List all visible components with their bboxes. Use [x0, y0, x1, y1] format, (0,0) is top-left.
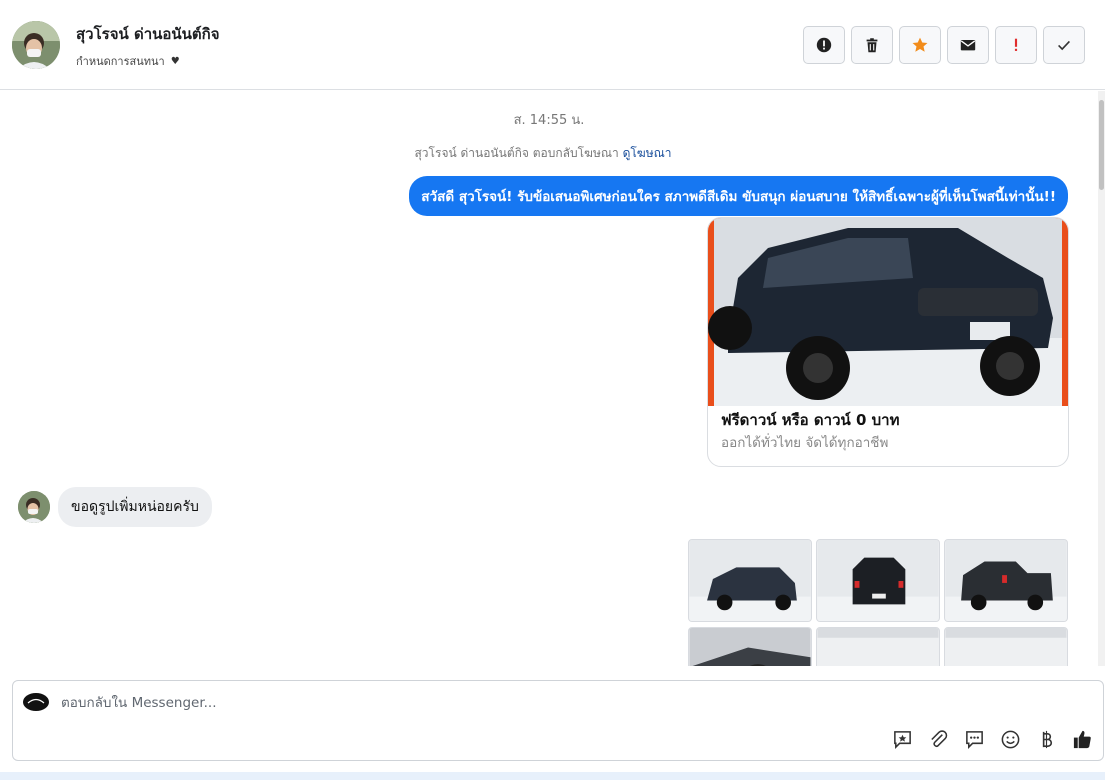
ad-description: ออกได้ทั่วไทย จัดได้ทุกอาชีพ: [721, 435, 889, 451]
thread-scrollbar[interactable]: [1098, 91, 1105, 666]
view-ad-link[interactable]: ดูโฆษณา: [623, 146, 672, 160]
photo-attachment[interactable]: [816, 627, 940, 666]
conversation-header: สุวโรจน์ ด่านอนันต์กิจ กำหนดการสนทนา ♥: [0, 0, 1105, 90]
page-avatar: [22, 692, 50, 712]
exclamation-icon: [1014, 38, 1018, 51]
photo-attachment[interactable]: [688, 539, 812, 622]
ad-reply-note-text: สุวโรจน์ ด่านอนันต์กิจ ตอบกลับโฆษณา: [414, 146, 619, 160]
mark-unread-button[interactable]: [947, 26, 989, 64]
incoming-message: ขอดูรูปเพิ่มหน่อยครับ: [58, 487, 212, 527]
message-timestamp: ส. 14:55 น.: [513, 113, 585, 128]
message-composer: [12, 680, 1104, 761]
scrollbar-thumb[interactable]: [1099, 100, 1104, 190]
header-actions: [803, 26, 1085, 64]
baht-icon: [1042, 730, 1052, 748]
photo-attachment[interactable]: [944, 627, 1068, 666]
outgoing-message: สวัสดี สุวโรจน์! รับข้อเสนอพิเศษก่อนใคร …: [409, 176, 1068, 216]
exclamation-circle-icon: [816, 37, 832, 53]
messenger-inbox-view: สุวโรจน์ ด่านอนันต์กิจ กำหนดการสนทนา ♥ ส…: [0, 0, 1105, 780]
reply-input[interactable]: [61, 692, 761, 714]
emoji-icon: [1001, 730, 1019, 748]
done-button[interactable]: [1043, 26, 1085, 64]
delete-button[interactable]: [851, 26, 893, 64]
ad-reply-note: สุวโรจน์ ด่านอนันต์กิจ ตอบกลับโฆษณา ดูโฆ…: [0, 144, 1086, 163]
assign-label: กำหนดการสนทนา: [76, 55, 165, 68]
saved-reply-button[interactable]: [891, 728, 913, 750]
photo-attachment[interactable]: [688, 627, 812, 666]
message-thread[interactable]: ส. 14:55 น. สุวโรจน์ ด่านอนันต์กิจ ตอบกล…: [0, 91, 1098, 666]
composer-tools: [891, 728, 1093, 750]
ad-preview-card[interactable]: ฟรีดาวน์ หรือ ดาวน์ 0 บาท ออกได้ทั่วไทย …: [707, 217, 1069, 467]
contact-avatar[interactable]: [12, 21, 60, 69]
attachment-button[interactable]: [927, 728, 949, 750]
ad-image: [708, 218, 1068, 406]
report-button[interactable]: [803, 26, 845, 64]
photo-attachment[interactable]: [944, 539, 1068, 622]
trash-icon: [866, 38, 878, 53]
saved-reply-icon: [893, 730, 911, 749]
like-icon: [1073, 730, 1091, 748]
payment-button[interactable]: [1035, 728, 1057, 750]
photo-attachments: [688, 539, 1070, 666]
important-button[interactable]: [995, 26, 1037, 64]
incoming-message-row: ขอดูรูปเพิ่มหน่อยครับ: [18, 487, 212, 527]
quick-reply-button[interactable]: [963, 728, 985, 750]
chat-icon: [965, 730, 983, 749]
contact-name: สุวโรจน์ ด่านอนันต์กิจ: [76, 25, 220, 43]
assign-conversation-dropdown[interactable]: กำหนดการสนทนา ♥: [76, 52, 180, 70]
ad-title: ฟรีดาวน์ หรือ ดาวน์ 0 บาท: [721, 411, 900, 429]
caret-down-icon: ♥: [170, 55, 180, 67]
contact-avatar-small: [18, 491, 50, 523]
like-button[interactable]: [1071, 728, 1093, 750]
star-icon: [912, 37, 928, 52]
photo-attachment[interactable]: [816, 539, 940, 622]
star-button[interactable]: [899, 26, 941, 64]
attachment-icon: [930, 729, 947, 747]
emoji-button[interactable]: [999, 728, 1021, 750]
bottom-strip: [0, 772, 1105, 780]
envelope-icon: [960, 40, 976, 51]
check-icon: [1058, 40, 1070, 51]
